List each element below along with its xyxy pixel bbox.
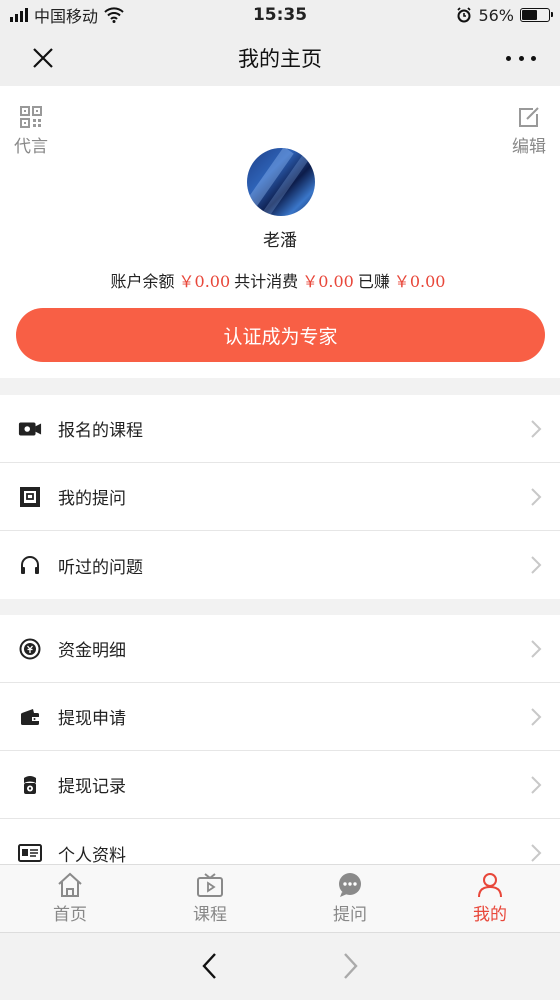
tab-bar: 首页 课程 提问 我的 xyxy=(0,864,560,932)
chevron-right-icon xyxy=(531,488,542,506)
battery-icon xyxy=(520,8,553,22)
more-icon[interactable] xyxy=(506,43,536,73)
spent-label: 共计消费 xyxy=(234,272,299,291)
id-card-icon xyxy=(18,841,42,865)
earned-label: 已赚 xyxy=(357,272,390,291)
edit-icon xyxy=(519,107,539,127)
menu-item-withdraw-records[interactable]: 提现记录 xyxy=(0,751,560,819)
balance-line: 账户余额 ￥0.00 共计消费 ￥0.00 已赚 ￥0.00 xyxy=(0,268,560,292)
endorse-label: 代言 xyxy=(14,137,48,157)
status-bar: 中国移动 15:35 56% xyxy=(0,0,560,30)
menu-label: 提现申请 xyxy=(58,709,126,729)
alarm-icon xyxy=(457,7,472,23)
menu-item-withdraw-request[interactable]: 提现申请 xyxy=(0,683,560,751)
home-icon xyxy=(58,872,82,897)
menu-item-listened-questions[interactable]: 听过的问题 xyxy=(0,531,560,599)
chevron-right-icon xyxy=(531,420,542,438)
chat-icon xyxy=(339,873,361,897)
chevron-right-icon xyxy=(531,640,542,658)
headphones-icon xyxy=(18,553,42,577)
browser-toolbar xyxy=(0,932,560,1000)
spent-value: ￥0.00 xyxy=(302,272,354,291)
menu-label: 我的提问 xyxy=(58,489,126,509)
tab-mine[interactable]: 我的 xyxy=(420,865,560,932)
qr-code-icon xyxy=(20,106,42,128)
battery-percent: 56% xyxy=(478,5,514,25)
profile-card: 代言 编辑 老潘 账户余额 ￥0.00 共计消费 ￥0.00 已赚 ￥0.00 认证成为专… xyxy=(0,86,560,378)
tab-label: 课程 xyxy=(193,905,227,925)
wifi-icon xyxy=(104,7,124,23)
status-time: 15:35 xyxy=(252,5,308,25)
tab-courses[interactable]: 课程 xyxy=(140,865,280,932)
balance-label: 账户余额 xyxy=(110,272,175,291)
earned-value: ￥0.00 xyxy=(393,272,446,291)
tab-label: 提问 xyxy=(333,905,367,925)
record-icon xyxy=(18,773,42,797)
user-name: 老潘 xyxy=(263,231,297,251)
menu-group-finance: 资金明细 提现申请 提现记录 个人资料 xyxy=(0,615,560,887)
endorse-button[interactable]: 代言 xyxy=(14,106,48,157)
edit-label: 编辑 xyxy=(512,137,546,157)
edit-button[interactable]: 编辑 xyxy=(512,106,546,157)
signal-icon xyxy=(10,8,28,22)
tab-label: 首页 xyxy=(53,905,87,925)
menu-item-enrolled-courses[interactable]: 报名的课程 xyxy=(0,395,560,463)
chevron-right-icon xyxy=(531,708,542,726)
menu-label: 提现记录 xyxy=(58,777,126,797)
tab-ask[interactable]: 提问 xyxy=(280,865,420,932)
coin-icon xyxy=(18,637,42,661)
balance-value: ￥0.00 xyxy=(178,272,231,291)
become-expert-button[interactable]: 认证成为专家 xyxy=(16,308,545,362)
menu-label: 报名的课程 xyxy=(58,421,143,441)
menu-item-fund-details[interactable]: 资金明细 xyxy=(0,615,560,683)
tab-label: 我的 xyxy=(473,905,507,925)
tv-icon xyxy=(197,873,223,897)
chevron-right-icon xyxy=(531,776,542,794)
wallet-icon xyxy=(18,705,42,729)
camera-icon xyxy=(18,417,42,441)
menu-label: 资金明细 xyxy=(58,641,126,661)
page-title: 我的主页 xyxy=(238,47,322,71)
chevron-right-icon xyxy=(531,844,542,862)
menu-group-activity: 报名的课程 我的提问 听过的问题 xyxy=(0,395,560,599)
chevron-right-icon xyxy=(531,556,542,574)
tab-home[interactable]: 首页 xyxy=(0,865,140,932)
menu-label: 听过的问题 xyxy=(58,557,143,578)
back-arrow-icon[interactable] xyxy=(198,951,222,981)
avatar[interactable] xyxy=(247,148,315,216)
user-icon xyxy=(478,873,502,898)
forward-arrow-icon[interactable] xyxy=(338,951,362,981)
question-icon xyxy=(18,485,42,509)
nav-bar: 我的主页 xyxy=(0,30,560,86)
carrier-name: 中国移动 xyxy=(34,7,99,26)
close-icon[interactable] xyxy=(28,43,58,73)
menu-item-my-questions[interactable]: 我的提问 xyxy=(0,463,560,531)
menu-label: 个人资料 xyxy=(58,845,126,866)
